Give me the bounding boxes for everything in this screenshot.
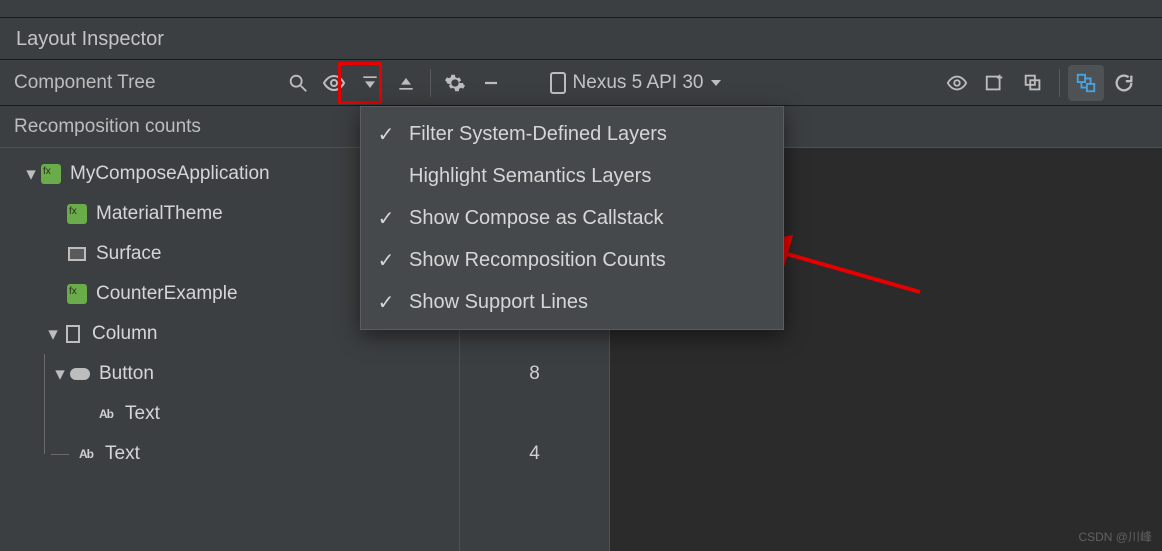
gear-icon[interactable]	[437, 65, 473, 101]
text-icon: Ab	[95, 403, 117, 425]
menu-item-show-recomposition-counts[interactable]: ✓ Show Recomposition Counts	[361, 239, 783, 281]
toolbar-separator	[430, 69, 431, 97]
window-top-strip	[0, 0, 1162, 18]
device-label: Nexus 5 API 30	[573, 72, 704, 94]
watermark: CSDN @川峰	[1078, 528, 1152, 545]
view-options-menu: ✓ Filter System-Defined Layers Highlight…	[360, 106, 784, 330]
text-icon: Ab	[75, 443, 97, 465]
snapshot-add-icon[interactable]	[977, 65, 1013, 101]
eye-icon-2[interactable]	[939, 65, 975, 101]
check-icon: ✓	[377, 290, 395, 315]
menu-item-label: Show Support Lines	[409, 291, 588, 314]
chevron-down-icon[interactable]: ▾	[51, 363, 69, 386]
button-icon	[69, 363, 91, 385]
collapse-all-icon[interactable]	[352, 65, 388, 101]
node-label: Button	[99, 363, 154, 385]
node-label: CounterExample	[96, 283, 238, 305]
tree-row[interactable]: Ab Text	[0, 434, 459, 474]
panel-title-label: Layout Inspector	[16, 28, 164, 50]
toolbar-separator-2	[1059, 69, 1060, 97]
compose-icon	[66, 283, 88, 305]
count-cell	[460, 394, 609, 434]
check-icon: ✓	[377, 206, 395, 231]
check-icon: ✓	[377, 122, 395, 147]
menu-item-show-compose-callstack[interactable]: ✓ Show Compose as Callstack	[361, 197, 783, 239]
menu-item-label: Highlight Semantics Layers	[409, 165, 651, 188]
expand-all-icon[interactable]	[388, 65, 424, 101]
eye-icon[interactable]	[316, 65, 352, 101]
check-icon: ✓	[377, 248, 395, 273]
menu-item-filter-system-layers[interactable]: ✓ Filter System-Defined Layers	[361, 113, 783, 155]
surface-icon	[66, 243, 88, 265]
node-label: Column	[92, 323, 157, 345]
node-label: Surface	[96, 243, 161, 265]
phone-icon	[549, 71, 567, 95]
menu-item-show-support-lines[interactable]: ✓ Show Support Lines	[361, 281, 783, 323]
count-cell: 8	[460, 354, 609, 394]
search-icon[interactable]	[280, 65, 316, 101]
node-label: MyComposeApplication	[70, 163, 270, 185]
refresh-icon[interactable]	[1106, 65, 1142, 101]
menu-item-label: Filter System-Defined Layers	[409, 123, 667, 146]
menu-item-label: Show Compose as Callstack	[409, 207, 664, 230]
component-tree-label: Component Tree	[0, 72, 156, 94]
panel-title: Layout Inspector	[0, 18, 1162, 60]
column-icon	[62, 323, 84, 345]
live-updates-icon[interactable]	[1068, 65, 1104, 101]
device-picker[interactable]: Nexus 5 API 30	[549, 71, 722, 95]
node-label: MaterialTheme	[96, 203, 223, 225]
tree-row[interactable]: ▾ Button	[0, 354, 459, 394]
node-label: Text	[105, 443, 140, 465]
chevron-down-icon	[710, 77, 722, 89]
layers-icon[interactable]	[1015, 65, 1051, 101]
toolbar: Component Tree Nexus 5 API 30	[0, 60, 1162, 106]
minimize-icon[interactable]	[473, 65, 509, 101]
compose-icon	[40, 163, 62, 185]
count-cell: 4	[460, 434, 609, 474]
menu-item-label: Show Recomposition Counts	[409, 249, 666, 272]
menu-item-highlight-semantics[interactable]: Highlight Semantics Layers	[361, 155, 783, 197]
node-label: Text	[125, 403, 160, 425]
sub-header-label: Recomposition counts	[14, 116, 201, 137]
chevron-down-icon[interactable]: ▾	[44, 323, 62, 346]
compose-icon	[66, 203, 88, 225]
tree-row[interactable]: Ab Text	[0, 394, 459, 434]
chevron-down-icon[interactable]: ▾	[22, 163, 40, 186]
